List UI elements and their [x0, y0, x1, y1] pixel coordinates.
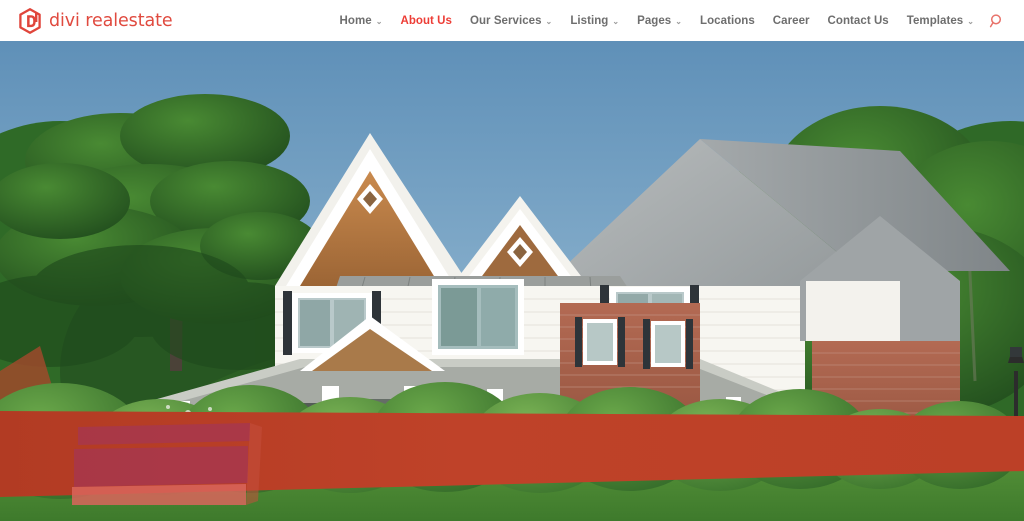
- hero-house-photo: [0, 41, 1024, 521]
- chevron-down-icon: ⌄: [675, 16, 683, 26]
- brand-logo-link[interactable]: divi realestate: [18, 7, 173, 34]
- nav-label-about-us: About Us: [400, 14, 452, 27]
- nav-item-our-services[interactable]: Our Services ⌄: [461, 9, 561, 33]
- main-navigation: Home ⌄ About Us Our Services ⌄ Listing ⌄…: [331, 9, 1024, 33]
- chevron-down-icon: ⌄: [967, 16, 974, 26]
- search-icon: [989, 13, 1002, 27]
- nav-label-listing: Listing: [570, 14, 609, 27]
- nav-item-listing[interactable]: Listing ⌄: [561, 9, 628, 33]
- about-us-page: divi realestate Home ⌄ About Us Our Serv…: [0, 0, 1024, 521]
- nav-item-about-us[interactable]: About Us: [391, 9, 461, 33]
- chevron-down-icon: ⌄: [612, 16, 620, 26]
- nav-label-our-services: Our Services: [469, 14, 542, 27]
- nav-item-career[interactable]: Career: [764, 9, 819, 33]
- nav-label-home: Home: [339, 14, 372, 27]
- hero-section: [0, 41, 1024, 521]
- nav-item-home[interactable]: Home ⌄: [331, 9, 392, 33]
- brand-name: divi realestate: [49, 10, 173, 31]
- nav-item-contact-us[interactable]: Contact Us: [819, 9, 898, 33]
- nav-item-locations[interactable]: Locations: [691, 9, 764, 33]
- search-button[interactable]: [986, 10, 1008, 32]
- chevron-down-icon: ⌄: [545, 16, 553, 26]
- nav-label-career: Career: [772, 14, 810, 27]
- hexagon-d-logo-icon: [19, 7, 41, 34]
- nav-label-templates: Templates: [906, 14, 964, 27]
- chevron-down-icon: ⌄: [375, 16, 383, 26]
- site-header: divi realestate Home ⌄ About Us Our Serv…: [0, 0, 1024, 41]
- nav-label-pages: Pages: [637, 14, 672, 27]
- nav-label-locations: Locations: [700, 14, 755, 27]
- nav-item-templates[interactable]: Templates ⌄: [898, 9, 983, 33]
- nav-item-pages[interactable]: Pages ⌄: [628, 9, 691, 33]
- nav-label-contact-us: Contact Us: [827, 14, 889, 27]
